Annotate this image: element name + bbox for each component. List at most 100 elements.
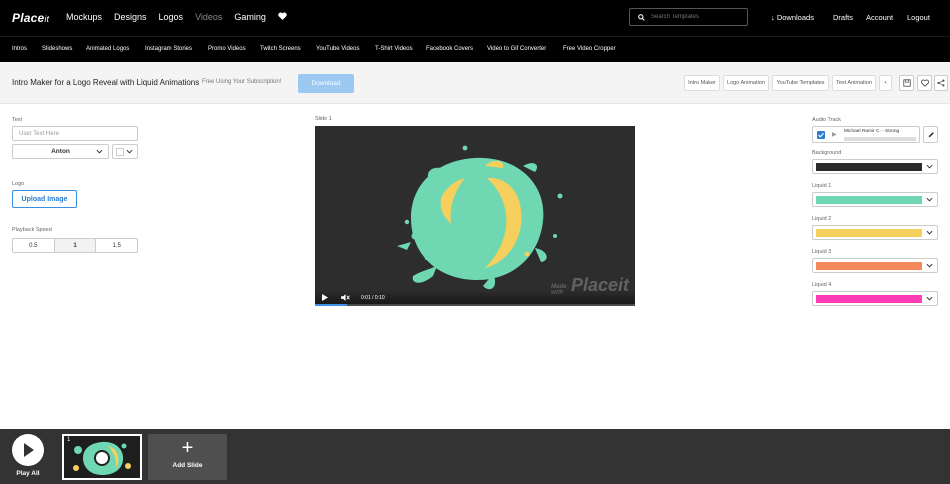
text-label: Text (12, 117, 23, 123)
speed-option-0-5[interactable]: 0.5 (13, 239, 55, 252)
cat-instagram-stories[interactable]: Instagram Stories (145, 46, 192, 52)
account-link[interactable]: Account (866, 13, 893, 22)
share-icon (937, 79, 945, 87)
cat-slideshows[interactable]: Slideshows (42, 46, 72, 52)
plus-icon: + (181, 437, 194, 459)
mute-icon[interactable] (341, 294, 350, 301)
color-swatch-4 (816, 295, 922, 303)
chevron-down-icon (96, 149, 103, 154)
audio-progress-bar (844, 137, 916, 141)
search-box[interactable] (629, 8, 748, 26)
nav-logos[interactable]: Logos (159, 12, 184, 22)
font-select[interactable]: Anton (12, 144, 109, 159)
chevron-down-icon (126, 149, 133, 154)
audio-track-selector: ▶ Michael Ramir C. - Strong (812, 126, 920, 143)
cat-tshirt-videos[interactable]: T-Shirt Videos (375, 46, 413, 52)
heart-icon[interactable] (278, 12, 287, 22)
color-label-1: Liquid 1 (812, 183, 832, 189)
cat-video-to-gif[interactable]: Video to Gif Converter (487, 46, 546, 52)
chevron-down-icon (926, 263, 933, 268)
add-slide-button[interactable]: + Add Slide (148, 434, 227, 480)
video-progress-fill (315, 304, 347, 306)
nav-mockups[interactable]: Mockups (66, 12, 102, 22)
slide-preview-graphic (73, 441, 131, 475)
chevron-down-icon (926, 197, 933, 202)
check-icon (818, 132, 824, 138)
color-select-1[interactable] (812, 192, 938, 207)
speed-option-1-5[interactable]: 1.5 (96, 239, 137, 252)
logo-suffix: it (44, 14, 50, 24)
share-button[interactable] (934, 75, 948, 91)
tag-text-animation[interactable]: Text Animation (832, 75, 876, 91)
more-tags-button[interactable]: • (879, 75, 892, 91)
upload-image-button[interactable]: Upload Image (12, 190, 77, 208)
edit-audio-button[interactable] (923, 126, 938, 143)
nav-gaming[interactable]: Gaming (234, 12, 266, 22)
template-title: Intro Maker for a Logo Reveal with Liqui… (12, 78, 200, 87)
add-slide-label: Add Slide (172, 462, 203, 469)
drafts-link[interactable]: Drafts (833, 13, 853, 22)
nav-designs[interactable]: Designs (114, 12, 147, 22)
color-swatch-3 (816, 262, 922, 270)
chevron-down-icon (926, 230, 933, 235)
cat-facebook-covers[interactable]: Facebook Covers (426, 46, 473, 52)
save-draft-button[interactable] (899, 75, 914, 91)
download-button[interactable]: Download (298, 74, 354, 93)
downloads-link[interactable]: ↓ Downloads (771, 13, 814, 22)
template-subtitle: Free Using Your Subscription! (202, 79, 282, 85)
font-value: Anton (51, 148, 70, 155)
video-preview[interactable]: Madewith Placeit 0:01 / 0:10 (315, 126, 635, 306)
slide-label: Slide 1 (315, 116, 332, 122)
search-icon (638, 13, 645, 21)
template-title-bar: Intro Maker for a Logo Reveal with Liqui… (0, 62, 950, 104)
search-input[interactable] (651, 14, 741, 20)
color-label-4: Liquid 4 (812, 282, 832, 288)
color-select-2[interactable] (812, 225, 938, 240)
downloads-label: Downloads (776, 13, 814, 22)
playback-speed-label: Playback Speed (12, 227, 52, 233)
color-label-3: Liquid 3 (812, 249, 832, 255)
logo-text: Place (12, 11, 45, 25)
cat-twitch-screens[interactable]: Twitch Screens (260, 46, 301, 52)
text-color-swatch (116, 148, 124, 156)
play-icon[interactable] (322, 294, 328, 301)
speed-option-1[interactable]: 1 (54, 239, 97, 252)
tag-youtube-templates[interactable]: YouTube Templates (772, 75, 829, 91)
color-select-3[interactable] (812, 258, 938, 273)
chevron-down-icon (926, 164, 933, 169)
text-color-select[interactable] (112, 144, 138, 159)
audio-track-label: Audio Track (812, 117, 842, 123)
playback-speed-selector: 0.5 1 1.5 (12, 238, 138, 253)
nav-videos[interactable]: Videos (195, 12, 222, 22)
color-select-4[interactable] (812, 291, 938, 306)
slide-thumbnail[interactable]: 1 (62, 434, 142, 480)
cat-free-video-cropper[interactable]: Free Video Cropper (563, 46, 616, 52)
category-nav: Intros Slideshows Animated Logos Instagr… (0, 36, 950, 62)
placeit-logo[interactable]: Placeit (12, 11, 49, 25)
play-all-label: Play All (16, 470, 40, 477)
tag-intro-maker[interactable]: Intro Maker (684, 75, 720, 91)
play-all-button[interactable] (12, 434, 44, 466)
cat-intros[interactable]: Intros (12, 46, 27, 52)
cat-animated-logos[interactable]: Animated Logos (86, 46, 129, 52)
color-swatch-1 (816, 196, 922, 204)
logo-label: Logo (12, 181, 25, 187)
color-swatch-2 (816, 229, 922, 237)
color-select-0[interactable] (812, 159, 938, 174)
audio-enabled-checkbox[interactable] (817, 131, 825, 139)
audio-play-icon[interactable]: ▶ (832, 131, 837, 138)
color-label-0: Background (812, 150, 842, 156)
slides-timeline (0, 429, 950, 484)
tag-logo-animation[interactable]: Logo Animation (723, 75, 769, 91)
chevron-down-icon (926, 296, 933, 301)
save-icon (902, 79, 911, 87)
logout-link[interactable]: Logout (907, 13, 930, 22)
audio-track-name: Michael Ramir C. - Strong (844, 129, 900, 134)
user-text-input[interactable]: User Text Here (12, 126, 138, 141)
top-nav-links: Mockups Designs Logos Videos Gaming (66, 12, 287, 22)
heart-outline-icon (920, 79, 929, 87)
cat-promo-videos[interactable]: Promo Videos (208, 46, 246, 52)
favorite-button[interactable] (917, 75, 932, 91)
cat-youtube-videos[interactable]: YouTube Videos (316, 46, 359, 52)
video-progress-bar[interactable] (315, 304, 635, 306)
